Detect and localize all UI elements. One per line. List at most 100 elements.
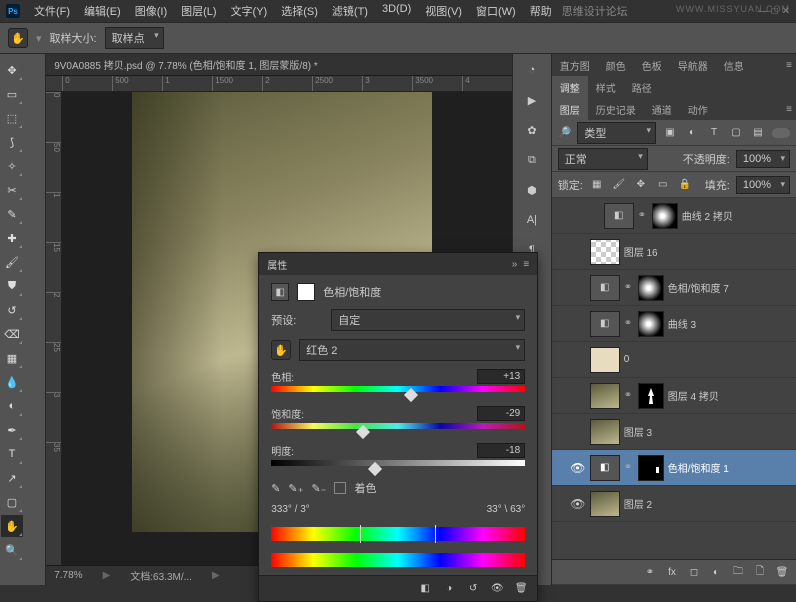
tab-info[interactable]: 信息 bbox=[716, 54, 752, 77]
menu-3d[interactable]: 3D(D) bbox=[376, 1, 417, 21]
filter-adjust-icon[interactable]: ◐ bbox=[684, 125, 700, 141]
menu-edit[interactable]: 编辑(E) bbox=[78, 1, 127, 21]
menu-filter[interactable]: 滤镜(T) bbox=[326, 1, 374, 21]
layer-mask-thumb[interactable] bbox=[638, 455, 664, 481]
layer-name[interactable]: 曲线 2 拷贝 bbox=[682, 208, 792, 223]
visibility-toggle[interactable] bbox=[570, 424, 586, 440]
visibility-toggle[interactable] bbox=[570, 388, 586, 404]
sat-value[interactable]: -29 bbox=[477, 406, 525, 421]
tab-navigator[interactable]: 导航器 bbox=[670, 54, 716, 77]
visibility-toggle[interactable] bbox=[570, 316, 586, 332]
menu-image[interactable]: 图像(I) bbox=[129, 1, 173, 21]
move-tool[interactable]: ✥ bbox=[1, 59, 23, 81]
layer-name[interactable]: 曲线 3 bbox=[668, 316, 792, 331]
delete-icon[interactable]: 🗑 bbox=[513, 581, 529, 597]
wand-tool[interactable]: ✧ bbox=[1, 155, 23, 177]
tab-layers[interactable]: 图层 bbox=[552, 98, 588, 121]
layer-name[interactable]: 色相/饱和度 7 bbox=[668, 280, 792, 295]
link-icon[interactable]: ⚭ bbox=[624, 282, 634, 293]
properties-tab[interactable]: 属性 bbox=[267, 257, 287, 272]
type-tool[interactable]: T bbox=[1, 443, 23, 465]
layer-row[interactable]: ⚭ 图层 4 拷贝 bbox=[552, 378, 796, 414]
blend-mode-dropdown[interactable]: 正常 bbox=[558, 148, 648, 170]
fill-value[interactable]: 100% bbox=[736, 176, 790, 194]
layer-row[interactable]: ◧⚭色相/饱和度 7 bbox=[552, 270, 796, 306]
hue-slider[interactable] bbox=[271, 386, 525, 396]
menu-help[interactable]: 帮助 bbox=[524, 1, 558, 21]
layer-name[interactable]: 0 bbox=[624, 354, 792, 365]
3d-icon[interactable]: ⬢ bbox=[520, 178, 544, 202]
actions-icon[interactable]: ▶ bbox=[520, 88, 544, 112]
layer-mask-thumb[interactable] bbox=[652, 203, 678, 229]
clip-icon[interactable]: ◧ bbox=[417, 581, 433, 597]
layer-row[interactable]: ◧⚭曲线 2 拷贝 bbox=[552, 198, 796, 234]
channel-dropdown[interactable]: 红色 2 bbox=[299, 339, 525, 361]
panel-menu-icon[interactable]: ≡ bbox=[523, 259, 529, 270]
filter-type-icon[interactable]: T bbox=[706, 125, 722, 141]
lock-pixels-icon[interactable]: 🖌 bbox=[611, 177, 627, 193]
tab-swatches[interactable]: 色板 bbox=[634, 54, 670, 77]
filter-kind-dropdown[interactable]: 类型 bbox=[577, 122, 656, 144]
clone-source-icon[interactable]: ⧉ bbox=[520, 148, 544, 172]
fx-icon[interactable]: fx bbox=[664, 564, 680, 580]
tab-actions[interactable]: 动作 bbox=[680, 98, 716, 121]
tab-histogram[interactable]: 直方图 bbox=[552, 54, 598, 77]
visibility-toggle[interactable] bbox=[570, 352, 586, 368]
layer-name[interactable]: 色相/饱和度 1 bbox=[668, 460, 792, 475]
hue-range-strip-bottom[interactable] bbox=[271, 553, 525, 567]
healing-tool[interactable]: ✚ bbox=[1, 227, 23, 249]
sample-size-dropdown[interactable]: 取样点 bbox=[105, 27, 164, 49]
visibility-toggle[interactable] bbox=[570, 280, 586, 296]
lock-transparent-icon[interactable]: ▦ bbox=[589, 177, 605, 193]
trash-icon[interactable]: 🗑 bbox=[774, 564, 790, 580]
reset-icon[interactable]: ↺ bbox=[465, 581, 481, 597]
layer-name[interactable]: 图层 2 bbox=[624, 496, 792, 511]
crop-tool[interactable]: ✂ bbox=[1, 179, 23, 201]
menu-layer[interactable]: 图层(L) bbox=[175, 1, 222, 21]
layer-mask-thumb[interactable] bbox=[638, 275, 664, 301]
lock-artboard-icon[interactable]: ▭ bbox=[655, 177, 671, 193]
menu-file[interactable]: 文件(F) bbox=[28, 1, 76, 21]
blur-tool[interactable]: 💧 bbox=[1, 371, 23, 393]
document-tab[interactable]: 9V0A0885 拷贝.psd @ 7.78% (色相/饱和度 1, 图层蒙版/… bbox=[46, 54, 512, 76]
layer-name[interactable]: 图层 3 bbox=[624, 424, 792, 439]
menu-select[interactable]: 选择(S) bbox=[275, 1, 324, 21]
zoom-level[interactable]: 7.78% bbox=[54, 570, 82, 581]
brush-tool[interactable]: 🖌 bbox=[1, 251, 23, 273]
sat-slider[interactable] bbox=[271, 423, 525, 433]
layer-name[interactable]: 图层 4 拷贝 bbox=[668, 388, 792, 403]
preset-dropdown[interactable]: 自定 bbox=[331, 309, 525, 331]
menu-window[interactable]: 窗口(W) bbox=[470, 1, 522, 21]
group-icon[interactable]: 🗀 bbox=[730, 564, 746, 580]
lock-all-icon[interactable]: 🔒 bbox=[677, 177, 693, 193]
brush-settings-icon[interactable]: ✿ bbox=[520, 118, 544, 142]
stamp-tool[interactable]: ⛊ bbox=[1, 275, 23, 297]
layer-row[interactable]: 图层 3 bbox=[552, 414, 796, 450]
tab-paths[interactable]: 路径 bbox=[624, 76, 660, 99]
dodge-tool[interactable]: ◐ bbox=[1, 395, 23, 417]
layer-row[interactable]: 0 bbox=[552, 342, 796, 378]
character-icon[interactable]: A| bbox=[520, 208, 544, 232]
visibility-toggle[interactable]: 👁 bbox=[570, 496, 586, 512]
menu-view[interactable]: 视图(V) bbox=[419, 1, 468, 21]
layer-name[interactable]: 图层 16 bbox=[624, 244, 792, 259]
adjustment-add-icon[interactable]: ◐ bbox=[708, 564, 724, 580]
artboard-tool[interactable]: ▭ bbox=[1, 83, 23, 105]
layer-row[interactable]: ◧⚭曲线 3 bbox=[552, 306, 796, 342]
panel-collapse-icon[interactable]: » bbox=[512, 259, 518, 270]
filter-shape-icon[interactable]: ▢ bbox=[728, 125, 744, 141]
prev-state-icon[interactable]: ◑ bbox=[441, 581, 457, 597]
tab-adjustments[interactable]: 调整 bbox=[552, 76, 588, 99]
eyedropper-tool[interactable]: ✎ bbox=[1, 203, 23, 225]
visibility-toggle[interactable]: 👁 bbox=[570, 460, 586, 476]
targeted-adjust-icon[interactable]: ✋ bbox=[271, 340, 291, 360]
layer-row[interactable]: 👁 图层 2 bbox=[552, 486, 796, 522]
eyedropper-icon[interactable]: ✎ bbox=[271, 482, 280, 495]
filter-toggle[interactable] bbox=[772, 128, 790, 138]
eyedropper-minus-icon[interactable]: ✎₋ bbox=[311, 482, 326, 495]
link-icon[interactable]: ⚭ bbox=[624, 390, 634, 401]
menu-type[interactable]: 文字(Y) bbox=[225, 1, 274, 21]
tab-channels[interactable]: 通道 bbox=[644, 98, 680, 121]
visibility-toggle[interactable] bbox=[570, 244, 586, 260]
tab-styles[interactable]: 样式 bbox=[588, 76, 624, 99]
